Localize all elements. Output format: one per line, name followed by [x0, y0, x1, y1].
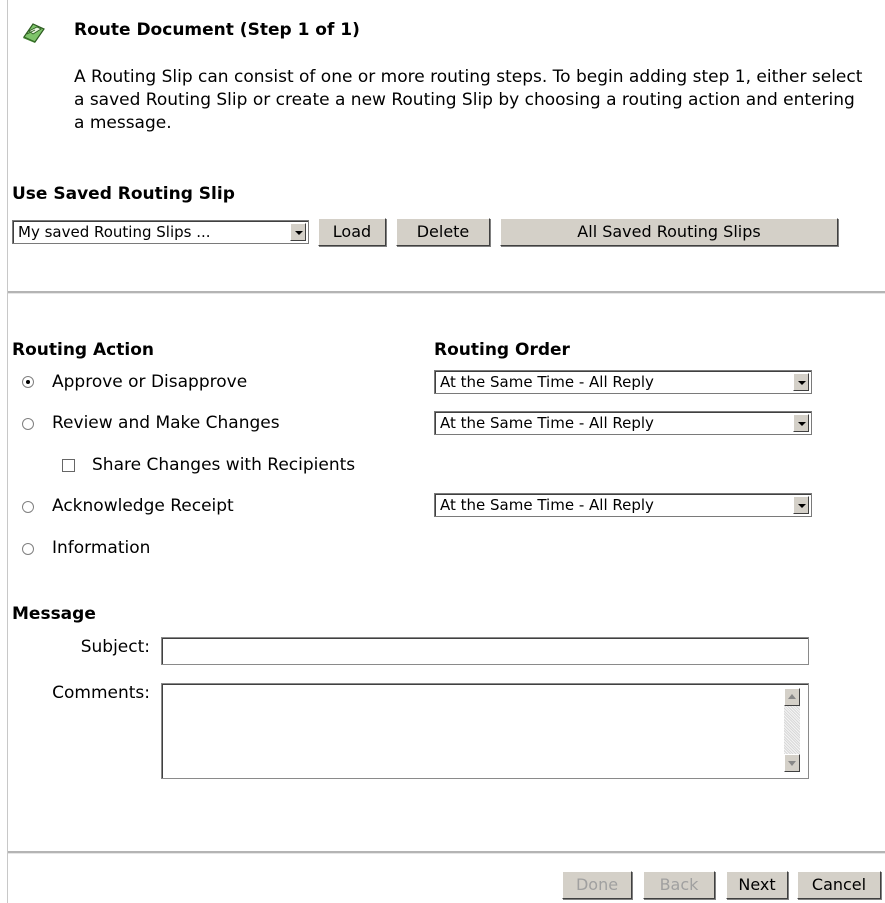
done-button[interactable]: Done: [562, 871, 632, 899]
chevron-down-icon[interactable]: [793, 373, 809, 391]
routing-order-select-approve[interactable]: At the Same Time - All Reply: [434, 370, 812, 394]
scroll-up-icon[interactable]: [784, 688, 800, 706]
route-document-icon: [23, 23, 45, 43]
radio-approve[interactable]: [22, 376, 34, 388]
radio-review[interactable]: [22, 418, 34, 430]
saved-slip-select-value: My saved Routing Slips ...: [18, 223, 211, 241]
saved-slip-heading: Use Saved Routing Slip: [12, 184, 235, 204]
divider: [8, 851, 885, 854]
description-text: A Routing Slip can consist of one or mor…: [74, 67, 863, 133]
next-button[interactable]: Next: [726, 871, 788, 899]
load-button[interactable]: Load: [318, 218, 386, 246]
approve-label: Approve or Disapprove: [52, 372, 248, 392]
back-button[interactable]: Back: [643, 871, 715, 899]
share-changes-checkbox[interactable]: [62, 459, 75, 472]
saved-slip-select[interactable]: My saved Routing Slips ...: [12, 220, 309, 244]
subject-input[interactable]: [161, 637, 809, 665]
all-saved-slips-button[interactable]: All Saved Routing Slips: [500, 218, 838, 246]
frame-border: [7, 0, 8, 903]
delete-button[interactable]: Delete: [396, 218, 490, 246]
radio-information[interactable]: [22, 543, 34, 555]
comments-label: Comments:: [52, 683, 150, 703]
routing-order-heading: Routing Order: [434, 340, 570, 360]
routing-order-value: At the Same Time - All Reply: [440, 496, 654, 514]
scroll-down-icon[interactable]: [784, 754, 800, 772]
subject-label: Subject:: [80, 637, 150, 657]
message-heading: Message: [12, 604, 96, 624]
routing-order-select-acknowledge[interactable]: At the Same Time - All Reply: [434, 493, 812, 517]
chevron-down-icon[interactable]: [793, 414, 809, 432]
routing-order-value: At the Same Time - All Reply: [440, 373, 654, 391]
chevron-down-icon[interactable]: [290, 223, 306, 241]
scrollbar-track[interactable]: [784, 706, 800, 754]
information-label: Information: [52, 538, 151, 558]
routing-order-value: At the Same Time - All Reply: [440, 414, 654, 432]
routing-action-heading: Routing Action: [12, 340, 154, 360]
cancel-button[interactable]: Cancel: [797, 871, 881, 899]
comments-textarea[interactable]: [161, 683, 809, 779]
divider: [8, 291, 885, 294]
routing-order-select-review[interactable]: At the Same Time - All Reply: [434, 411, 812, 435]
chevron-down-icon[interactable]: [793, 496, 809, 514]
page-title: Route Document (Step 1 of 1): [74, 20, 360, 40]
share-changes-label: Share Changes with Recipients: [92, 455, 356, 475]
acknowledge-label: Acknowledge Receipt: [52, 496, 234, 516]
review-label: Review and Make Changes: [52, 413, 280, 433]
radio-acknowledge[interactable]: [22, 501, 34, 513]
